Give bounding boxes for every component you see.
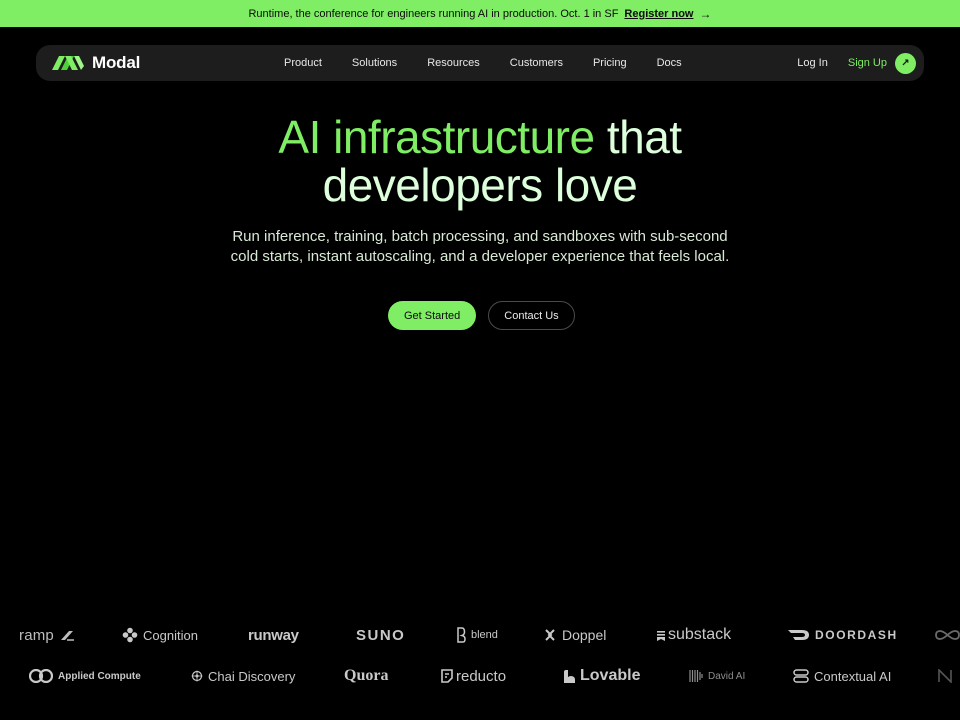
customer-logo-doordash: DOORDASH — [788, 623, 898, 647]
customer-logo-text: DOORDASH — [815, 628, 898, 642]
nav-item-resources[interactable]: Resources — [412, 57, 495, 69]
hero-cta-row: Get Started Contact Us — [388, 301, 575, 330]
david-ai-mark-icon — [689, 670, 703, 682]
signup-label: Sign Up — [847, 57, 887, 69]
register-link[interactable]: Register now — [624, 8, 693, 20]
hero-title-line2: developers love — [322, 159, 638, 211]
customer-logo-text: David AI — [708, 670, 746, 682]
nav-actions: Log In Sign Up ↗ — [797, 52, 916, 74]
customer-logo-quora: Quora — [344, 664, 388, 688]
customer-logo-cognition: Cognition — [122, 623, 198, 647]
customer-logos-row-2: Applied Compute Chai Discovery Quora red… — [0, 664, 960, 688]
customer-logo-text: runway — [248, 626, 299, 644]
nav-item-product[interactable]: Product — [269, 57, 337, 69]
lovable-mark-icon — [564, 669, 575, 683]
customer-logo-blend: blend — [456, 623, 498, 647]
top-nav: Modal Product Solutions Resources Custom… — [36, 45, 924, 81]
customer-logo-text: substack — [668, 626, 732, 643]
get-started-button[interactable]: Get Started — [388, 301, 477, 330]
blend-mark-icon — [457, 627, 466, 643]
customer-logo-suno: SUNO — [356, 623, 405, 647]
customer-logo-applied-compute: Applied Compute — [29, 664, 141, 688]
nav-links: Product Solutions Resources Customers Pr… — [269, 45, 697, 81]
customer-logo-lovable: Lovable — [563, 664, 640, 688]
reducto-mark-icon — [441, 669, 453, 683]
customer-logo-runway: runway — [248, 623, 299, 647]
customer-logo-text: Lovable — [580, 667, 641, 684]
infinity-mark-icon — [935, 630, 960, 640]
customer-logo-partial — [938, 664, 956, 688]
customer-logo-reducto: reducto — [441, 664, 506, 688]
cognition-mark-icon — [122, 627, 138, 643]
hero-title-accent: AI infrastructure — [278, 111, 595, 163]
announcement-banner: Runtime, the conference for engineers ru… — [0, 0, 960, 27]
nav-item-solutions[interactable]: Solutions — [337, 57, 412, 69]
ramp-mark-icon — [60, 631, 74, 641]
customer-logo-doppel: Doppel — [543, 623, 606, 647]
customer-logo-contextual-ai: Contextual AI — [793, 664, 891, 688]
nav-item-docs[interactable]: Docs — [642, 57, 697, 69]
contextual-mark-icon — [793, 669, 809, 683]
hero-title: AI infrastructure that developers love — [0, 113, 960, 209]
hero-title-rest: that — [594, 111, 682, 163]
customer-logo-text: ramp — [19, 626, 54, 644]
customer-logo-ramp: ramp — [19, 623, 75, 647]
customer-logos-row-1: ramp Cognition runway SUNO blend Doppel … — [0, 623, 960, 647]
applied-compute-mark-icon — [29, 669, 53, 683]
nav-item-customers[interactable]: Customers — [495, 57, 578, 69]
substack-mark-icon — [657, 631, 665, 641]
customer-logo-chai-discovery: Chai Discovery — [191, 664, 295, 688]
doppel-mark-icon — [545, 629, 555, 641]
customer-logo-text: Doppel — [562, 627, 607, 643]
nav-item-pricing[interactable]: Pricing — [578, 57, 642, 69]
hero-subtitle: Run inference, training, batch processin… — [230, 228, 730, 265]
customer-logo-text: Cognition — [143, 627, 198, 643]
login-link[interactable]: Log In — [797, 57, 828, 69]
customer-logo-text: Chai Discovery — [208, 668, 296, 684]
customer-logo-text: reducto — [456, 667, 507, 685]
chai-mark-icon — [191, 670, 203, 682]
customer-logo-text: Quora — [344, 667, 389, 684]
arrow-up-right-icon: ↗ — [895, 52, 916, 74]
banner-text: Runtime, the conference for engineers ru… — [248, 7, 619, 20]
customer-logo-text: blend — [471, 629, 498, 641]
customer-logo-text: SUNO — [356, 626, 406, 644]
signup-button[interactable]: Sign Up ↗ — [847, 52, 916, 74]
arrow-right-icon: → — [699, 6, 712, 21]
doordash-mark-icon — [788, 630, 809, 640]
customer-logo-text: Applied Compute — [58, 670, 141, 682]
customer-logo-david-ai: David AI — [689, 664, 745, 688]
customer-logo-substack: substack — [656, 623, 731, 647]
brand-home-link[interactable]: Modal — [52, 53, 292, 73]
customer-logo-meta-partial — [935, 623, 960, 647]
contact-us-button[interactable]: Contact Us — [488, 301, 575, 330]
modal-logo-icon — [52, 56, 84, 70]
partial-logo-mark-icon — [938, 669, 952, 683]
customer-logo-text: Contextual AI — [814, 668, 892, 684]
brand-name: Modal — [92, 53, 141, 72]
